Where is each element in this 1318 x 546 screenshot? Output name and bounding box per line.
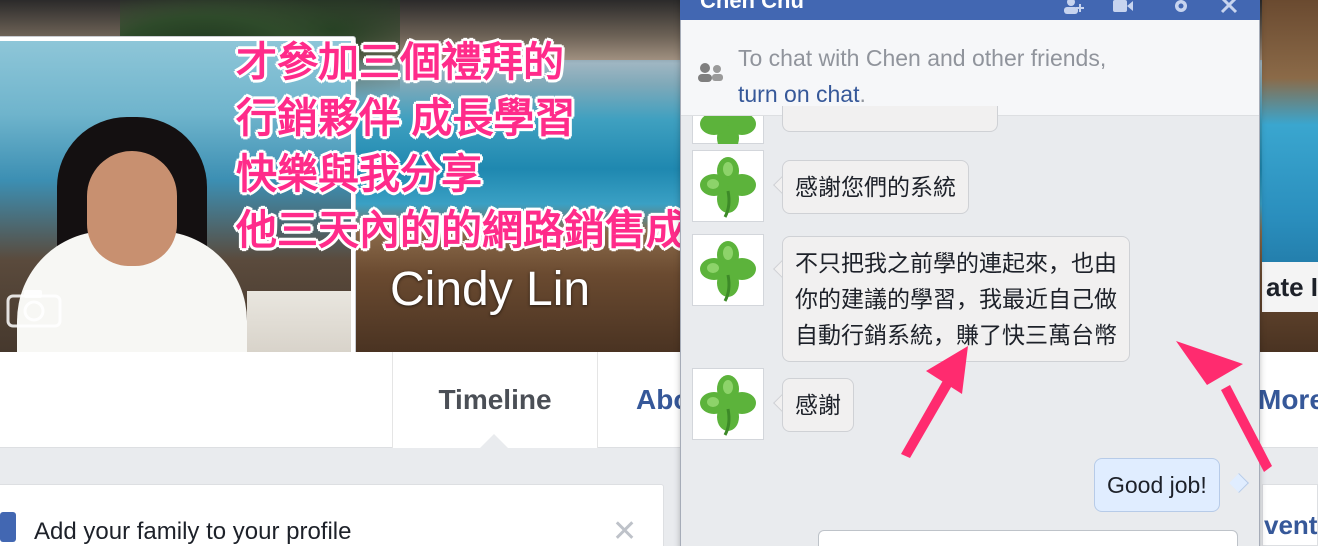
annotation-arrows	[901, 341, 1272, 472]
arrow-right-shaft	[1221, 385, 1272, 472]
arrow-left-shaft	[901, 377, 954, 458]
facebook-profile-screenshot: ate In Cindy Lin Timeline Abo More Add y…	[0, 0, 1318, 546]
arrow-right-head	[1176, 341, 1243, 385]
